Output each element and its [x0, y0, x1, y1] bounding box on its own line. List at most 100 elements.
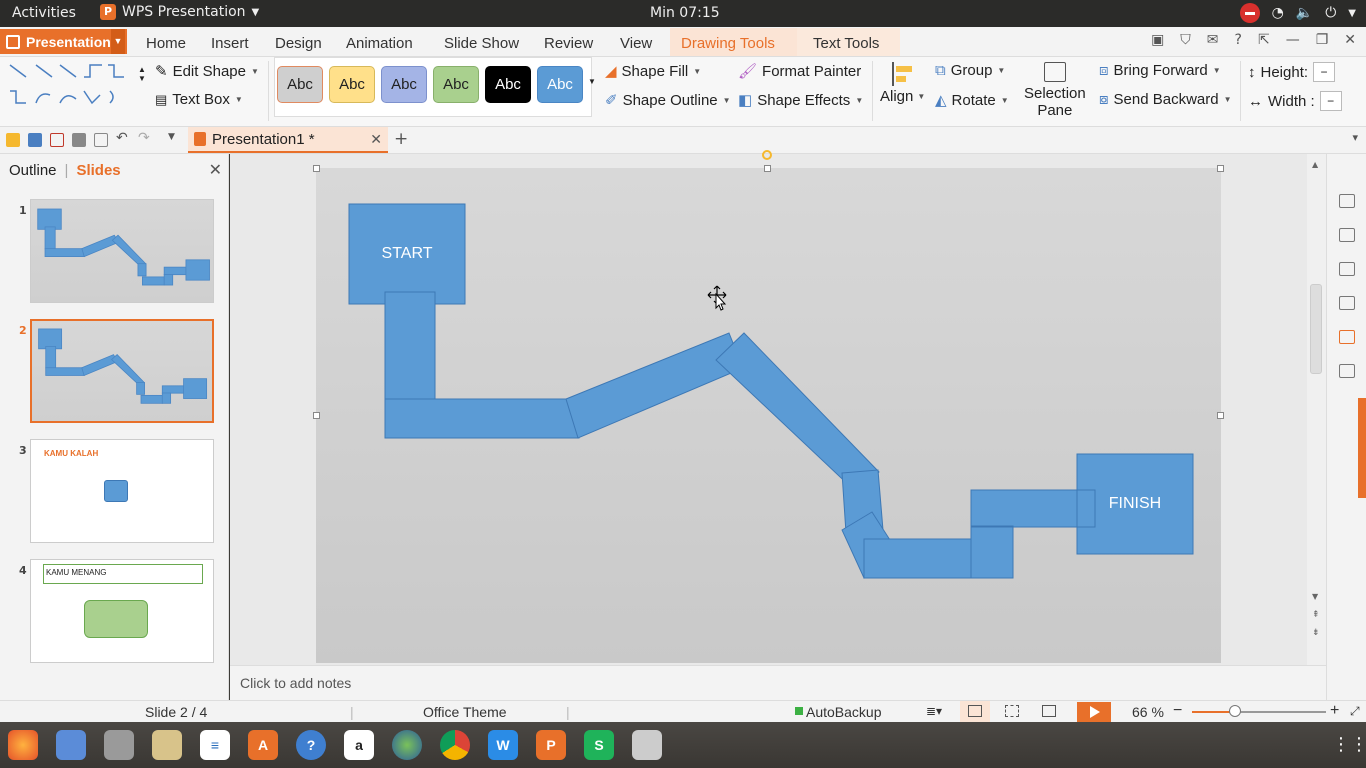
app-menu-indicator[interactable]: P WPS Presentation ▼ — [100, 4, 259, 20]
slide-canvas[interactable]: START FINISH — [313, 150, 1224, 663]
collapse-ribbon-icon[interactable]: ⇱ — [1258, 32, 1270, 48]
slide-thumbnail-4[interactable]: KAMU MENANG — [30, 559, 214, 663]
tab-design[interactable]: Design — [275, 35, 322, 52]
camera-icon[interactable] — [632, 730, 662, 760]
previous-slide-icon[interactable]: ⇞ — [1312, 610, 1320, 620]
tab-review[interactable]: Review — [544, 35, 593, 52]
files-icon[interactable] — [104, 730, 134, 760]
resize-handle[interactable] — [313, 412, 320, 419]
notes-toggle-icon[interactable]: ≣▾ — [926, 704, 942, 718]
slide-thumbnail-1[interactable] — [30, 199, 214, 303]
tab-drawing-tools[interactable]: Drawing Tools — [681, 35, 775, 52]
thunderbird-icon[interactable] — [56, 730, 86, 760]
tab-outline[interactable]: Outline — [9, 162, 57, 179]
writer-icon[interactable]: ≡ — [200, 730, 230, 760]
width-input[interactable]: − — [1319, 91, 1342, 111]
properties-icon[interactable] — [1339, 296, 1355, 310]
open-folder-icon[interactable] — [6, 133, 20, 147]
minimize-icon[interactable]: — — [1286, 32, 1300, 48]
shape-style-5[interactable]: Abc — [485, 66, 531, 103]
wps-spreadsheets-icon[interactable]: S — [584, 730, 614, 760]
line-gallery[interactable] — [6, 61, 130, 109]
shirt-icon[interactable]: ⛉ — [1180, 32, 1191, 48]
resize-handle[interactable] — [1217, 165, 1224, 172]
path-segment-vertical[interactable] — [384, 291, 436, 401]
shape-outline-button[interactable]: ✐ Shape Outline ▼ — [605, 91, 731, 110]
edit-shape-button[interactable]: ✎ Edit Shape ▼ — [155, 62, 259, 81]
zoom-slider-knob[interactable] — [1229, 705, 1241, 717]
help-icon[interactable]: ? — [1235, 32, 1242, 48]
text-box-button[interactable]: ▤ Text Box ▼ — [155, 91, 243, 108]
volume-icon[interactable]: 🔈 — [1296, 5, 1313, 21]
zoom-level[interactable]: 66 % — [1132, 704, 1164, 720]
resize-handle[interactable] — [1217, 412, 1224, 419]
amazon-icon[interactable]: a — [344, 730, 374, 760]
slide-sorter-icon[interactable] — [1005, 705, 1019, 717]
update-notification-icon[interactable] — [1239, 3, 1260, 23]
clock[interactable]: Min 07:15 — [650, 5, 720, 21]
path-segment-ramp-up[interactable] — [565, 332, 744, 439]
bring-forward-button[interactable]: ⧈ Bring Forward ▼ — [1099, 62, 1221, 79]
new-tab-icon[interactable]: + — [394, 129, 408, 149]
next-slide-icon[interactable]: ⇟ — [1312, 628, 1320, 638]
shape-fill-button[interactable]: ◢ Shape Fill ▼ — [605, 62, 701, 81]
ribbon-options-icon[interactable]: ▾ — [1352, 131, 1358, 144]
software-center-icon[interactable]: A — [248, 730, 278, 760]
power-icon[interactable]: ⏻ — [1325, 5, 1336, 21]
shape-effects-button[interactable]: ◧ Shape Effects ▼ — [738, 91, 863, 110]
tab-slide-show[interactable]: Slide Show — [444, 35, 519, 52]
shape-style-2[interactable]: Abc — [329, 66, 375, 103]
rotate-button[interactable]: ◭ Rotate ▼ — [935, 91, 1009, 110]
style-gallery-more[interactable]: ▼ — [588, 77, 596, 86]
resize-handle[interactable] — [313, 165, 320, 172]
path-segment-bottom[interactable] — [863, 538, 973, 579]
notes-pane[interactable]: Click to add notes — [230, 665, 1326, 700]
play-slideshow-button[interactable] — [1077, 702, 1111, 722]
height-input[interactable]: − — [1313, 62, 1336, 82]
resize-handle[interactable] — [764, 165, 771, 172]
path-segment-horizontal[interactable] — [384, 398, 580, 439]
format-painter-button[interactable]: 🖌 Format Painter — [738, 62, 861, 81]
scroll-down-icon[interactable]: ▼ — [1312, 592, 1318, 601]
slide-thumbnail-2[interactable] — [30, 319, 214, 423]
globe-icon[interactable] — [392, 730, 422, 760]
find-icon[interactable] — [1339, 330, 1355, 344]
group-button[interactable]: ⧉ Group ▼ — [935, 62, 1005, 79]
show-applications-icon[interactable]: ⋮⋮ — [1332, 734, 1366, 755]
shape-style-6[interactable]: Abc — [537, 66, 583, 103]
backup-icon[interactable] — [1339, 364, 1355, 378]
task-pane-toggle[interactable] — [1358, 398, 1366, 498]
layers-icon[interactable] — [1339, 262, 1355, 276]
tab-view[interactable]: View — [620, 35, 652, 52]
line-gallery-scroll[interactable]: ▲ ▼ — [138, 65, 146, 83]
selection-pane-button[interactable]: Selection Pane — [1024, 62, 1086, 119]
activities-button[interactable]: Activities — [12, 5, 76, 21]
maximize-icon[interactable]: ❐ — [1316, 32, 1329, 48]
fit-window-icon[interactable]: ⤢ — [1350, 704, 1360, 719]
print-icon[interactable] — [72, 133, 86, 147]
tab-insert[interactable]: Insert — [211, 35, 249, 52]
theme-name[interactable]: Office Theme — [423, 704, 507, 720]
scrollbar-thumb[interactable] — [1310, 284, 1322, 374]
close-icon[interactable]: ✕ — [1344, 32, 1356, 48]
wps-presentation-icon[interactable]: P — [536, 730, 566, 760]
align-button[interactable]: Align ▼ — [880, 62, 925, 105]
reading-view-icon[interactable] — [1042, 705, 1056, 717]
shape-style-1[interactable]: Abc — [277, 66, 323, 103]
scroll-up-icon[interactable]: ▲ — [1312, 160, 1318, 169]
firefox-icon[interactable] — [8, 730, 38, 760]
path-segment-ramp-down[interactable] — [715, 332, 880, 493]
redo-icon[interactable]: ↷ — [138, 130, 150, 146]
chevron-down-icon[interactable]: ▼ — [111, 29, 125, 54]
autobackup-label[interactable]: AutoBackup — [806, 704, 882, 720]
tab-home[interactable]: Home — [146, 35, 186, 52]
print-preview-icon[interactable] — [94, 133, 108, 147]
document-tab[interactable]: Presentation1 * ✕ — [188, 127, 388, 153]
tab-slides[interactable]: Slides — [76, 162, 120, 179]
zoom-in-icon[interactable]: + — [1330, 702, 1339, 720]
send-backward-button[interactable]: ⧇ Send Backward ▼ — [1099, 91, 1232, 108]
feedback-icon[interactable]: ✉ — [1207, 32, 1219, 48]
presentation-menu-button[interactable]: Presentation ▼ — [0, 29, 127, 54]
wifi-icon[interactable]: ◔ — [1272, 5, 1284, 21]
zoom-out-icon[interactable]: − — [1173, 702, 1182, 720]
